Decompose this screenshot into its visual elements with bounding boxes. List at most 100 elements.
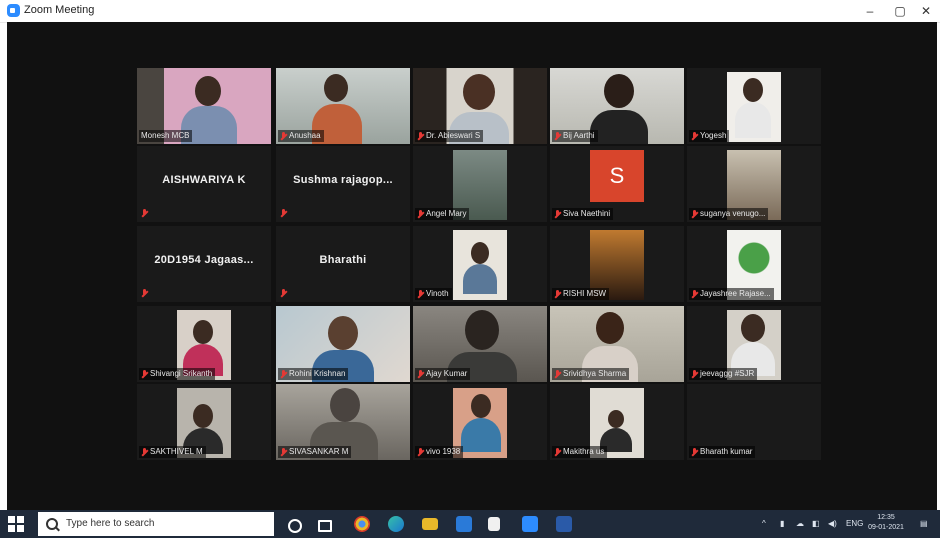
participant-name-label: Siva Naethini <box>552 208 614 220</box>
person-figure <box>471 394 491 418</box>
muted-mic-icon <box>417 209 424 219</box>
participant-tile[interactable]: Anushaa <box>276 68 410 144</box>
participant-tile[interactable]: Vinoth <box>413 226 547 302</box>
participant-tile[interactable]: Yogesh <box>687 68 821 144</box>
windows-taskbar: Type here to search ^ ▮ ☁ ◧ ◀) ENG 12:35… <box>0 510 940 538</box>
window-title: Zoom Meeting <box>24 4 95 16</box>
participant-tile[interactable]: Srividhya Sharma <box>550 306 684 382</box>
participant-tile[interactable]: jeevaggg #SJR <box>687 306 821 382</box>
participant-tile[interactable]: SIVASANKAR M <box>276 384 410 460</box>
participant-name-label: Ajay Kumar <box>415 368 471 380</box>
participant-tile[interactable]: Dr. Abieswari S <box>413 68 547 144</box>
mail-icon[interactable] <box>456 516 472 532</box>
participant-tile[interactable]: Shivangi Srikanth <box>137 306 271 382</box>
edge-icon[interactable] <box>388 516 404 532</box>
windows-start-icon[interactable] <box>8 516 24 532</box>
muted-mic-icon <box>554 131 561 141</box>
notifications-icon[interactable]: ▤ <box>920 510 928 538</box>
task-view-icon[interactable] <box>318 520 332 532</box>
person-figure <box>330 388 360 422</box>
person-figure <box>193 320 213 344</box>
muted-mic-icon <box>417 289 424 299</box>
participant-name-label: Srividhya Sharma <box>552 368 630 380</box>
participant-name-label: SIVASANKAR M <box>278 446 352 458</box>
muted-mic-icon <box>141 209 148 218</box>
muted-mic-icon <box>417 369 424 379</box>
zoom-logo-icon <box>7 4 20 17</box>
store-icon[interactable] <box>488 517 500 531</box>
participant-tile[interactable]: Angel Mary <box>413 146 547 222</box>
onedrive-icon[interactable]: ☁ <box>796 510 804 538</box>
muted-mic-icon <box>554 369 561 379</box>
muted-mic-icon <box>417 131 424 141</box>
participant-name-label: RISHI MSW <box>552 288 610 300</box>
participant-tile[interactable]: AISHWARIYA K <box>137 146 271 222</box>
person-figure <box>596 312 624 344</box>
taskbar-search-box[interactable]: Type here to search <box>38 512 274 536</box>
language-indicator[interactable]: ENG <box>846 510 863 538</box>
participant-tile[interactable]: Bij Aarthi <box>550 68 684 144</box>
participant-name-label: Angel Mary <box>415 208 470 220</box>
person-figure <box>608 410 624 428</box>
participant-tile[interactable]: suganya venugo... <box>687 146 821 222</box>
participant-name-label: suganya venugo... <box>689 208 769 220</box>
volume-icon[interactable]: ◀) <box>828 510 837 538</box>
participant-tile[interactable]: 20D1954 Jagaas... <box>137 226 271 302</box>
participant-name-label: Dr. Abieswari S <box>415 130 484 142</box>
participant-tile[interactable]: Rohini Krishnan <box>276 306 410 382</box>
chevron-up-icon[interactable]: ^ <box>762 510 766 538</box>
participant-tile[interactable]: RISHI MSW <box>550 226 684 302</box>
cortana-icon[interactable] <box>288 519 302 533</box>
title-bar: Zoom Meeting – ▢ ✕ <box>0 0 940 23</box>
participant-tile[interactable]: Ajay Kumar <box>413 306 547 382</box>
restore-button[interactable]: ▢ <box>888 3 912 19</box>
person-figure <box>193 404 213 428</box>
search-icon <box>46 518 58 530</box>
close-button[interactable]: ✕ <box>914 3 938 19</box>
participant-name-label: Anushaa <box>278 130 324 142</box>
muted-mic-icon <box>554 447 561 457</box>
participant-name-label: SAKTHIVEL M <box>139 446 206 458</box>
person-figure <box>328 316 358 350</box>
participant-tile[interactable]: SAKTHIVEL M <box>137 384 271 460</box>
participant-tile[interactable]: vivo 1938 <box>413 384 547 460</box>
network-icon[interactable]: ◧ <box>812 510 820 538</box>
person-figure <box>604 74 634 108</box>
minimize-button[interactable]: – <box>858 3 882 19</box>
participant-tile[interactable]: Sushma rajagop... <box>276 146 410 222</box>
muted-mic-icon <box>691 369 698 379</box>
zoom-icon[interactable] <box>522 516 538 532</box>
muted-mic-icon <box>691 289 698 299</box>
person-figure <box>324 74 348 102</box>
muted-mic-icon <box>280 289 287 298</box>
person-body <box>461 418 501 452</box>
muted-mic-icon <box>554 209 561 219</box>
microphone-icon[interactable]: ▮ <box>780 510 784 538</box>
participant-tile[interactable]: Bharath kumar <box>687 384 821 460</box>
participant-name-label: Bij Aarthi <box>552 130 598 142</box>
participant-name-label: Yogesh <box>689 130 730 142</box>
participant-tile[interactable]: Monesh MCB <box>137 68 271 144</box>
search-placeholder: Type here to search <box>66 518 155 529</box>
muted-mic-icon <box>691 209 698 219</box>
muted-mic-icon <box>280 369 287 379</box>
clock-time: 12:35 <box>877 514 895 521</box>
participant-tile[interactable]: Makithra us <box>550 384 684 460</box>
word-icon[interactable] <box>556 516 572 532</box>
person-figure <box>465 310 499 350</box>
clock[interactable]: 12:35 09-01-2021 <box>866 513 906 533</box>
chrome-icon[interactable] <box>354 516 370 532</box>
participant-tile[interactable]: Bharathi <box>276 226 410 302</box>
participant-name-label: Vinoth <box>415 288 452 300</box>
participant-name-label: Jayashree Rajase... <box>689 288 774 300</box>
participant-name-label: Shivangi Srikanth <box>139 368 216 380</box>
participant-tile[interactable]: Jayashree Rajase... <box>687 226 821 302</box>
file-explorer-icon[interactable] <box>422 518 438 530</box>
participant-name-label: Rohini Krishnan <box>278 368 349 380</box>
participant-tile[interactable]: S Siva Naethini <box>550 146 684 222</box>
muted-mic-icon <box>280 209 287 218</box>
person-figure <box>195 76 221 106</box>
participant-name-text: Sushma rajagop... <box>293 174 393 186</box>
person-figure <box>743 78 763 102</box>
person-figure <box>471 242 489 264</box>
